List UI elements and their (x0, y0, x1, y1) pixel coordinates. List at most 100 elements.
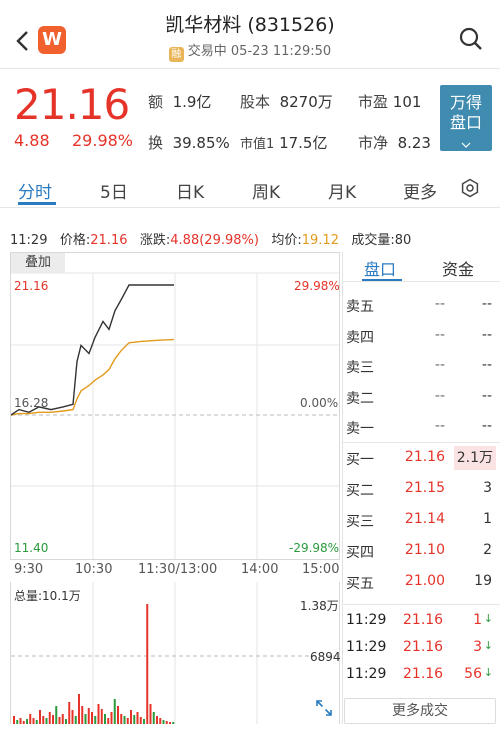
volume-bar (78, 694, 80, 724)
level-price: 21.15 (404, 480, 445, 496)
divider (0, 68, 500, 69)
volume-bar (94, 716, 97, 724)
volume-bar (19, 718, 22, 724)
intraday-chart-svg (11, 272, 339, 559)
tab-orderbook[interactable]: 盘口 (364, 256, 396, 280)
time-tick: 11:30/13:00 (138, 562, 218, 577)
level-price: -- (434, 357, 445, 373)
volume-bar (71, 710, 74, 724)
volume-bar (152, 712, 155, 724)
time-tick: 10:30 (75, 562, 113, 577)
level-label: 买一 (346, 452, 374, 468)
volume-bar (29, 714, 32, 724)
settings-icon[interactable] (460, 178, 480, 198)
trade-time: 11:29 (346, 666, 387, 682)
chevron-down-icon (461, 142, 471, 148)
stock-title: 凯华材料 (831526) (165, 14, 335, 36)
time-tick: 9:30 (14, 562, 44, 577)
volume-bar (146, 604, 149, 724)
volume-bar (55, 706, 58, 724)
volume-bar (84, 714, 87, 724)
trade-row: 11:29 21.16 56 ↓ (346, 664, 496, 694)
shares-stat: 股本 8270万 (240, 93, 333, 111)
tab-intraday[interactable]: 分时 (18, 178, 52, 203)
time-tick: 15:00 (302, 562, 340, 577)
level-label: 卖一 (346, 421, 374, 437)
trade-price: 21.16 (403, 612, 444, 628)
wande-orderbook-button[interactable]: 万得 盘口 (440, 85, 492, 151)
volume-bar (120, 714, 123, 724)
tab-more[interactable]: 更多 (403, 178, 437, 203)
volume-bar (87, 708, 90, 724)
wande-btn-line2: 盘口 (449, 113, 482, 132)
level-volume: 19 (474, 573, 492, 589)
level-label: 买五 (346, 576, 374, 592)
volume-bar (139, 717, 142, 724)
volume-bar (45, 718, 48, 724)
volume-bar (42, 716, 45, 724)
level-volume: 3 (483, 480, 492, 496)
price-change: 4.88 (14, 131, 50, 150)
amount-stat: 额 1.9亿 (148, 93, 212, 111)
volume-axis-mid: 6894 (310, 650, 341, 664)
volume-bar (169, 722, 171, 724)
volume-bar (162, 720, 165, 724)
volume-bar (100, 709, 103, 724)
level-label: 买四 (346, 545, 374, 561)
tab-weekly-k[interactable]: 周K (252, 178, 280, 203)
volume-bar (91, 712, 93, 724)
crosshair-info: 11:29 价格:21.16 涨跌:4.88(29.98%) 均价:19.12 … (10, 233, 412, 248)
level-price: 21.14 (404, 511, 445, 527)
trade-time: 11:29 (346, 639, 387, 655)
volume-bar (133, 715, 136, 724)
volume-bar (165, 721, 168, 724)
trade-row: 11:29 21.16 3 ↓ (346, 637, 496, 667)
trade-volume: 1 (473, 612, 482, 628)
mktcap-stat: 市值1 17.5亿 (240, 134, 328, 152)
down-arrow-icon: ↓ (483, 639, 493, 652)
volume-bar (126, 718, 129, 724)
ask-row: 卖五 -- -- (346, 290, 496, 320)
level-volume: 2.1万 (453, 446, 496, 470)
price-change-pct: 29.98% (72, 131, 134, 150)
level-label: 卖五 (346, 299, 374, 315)
volume-bar (143, 719, 145, 724)
last-price: 21.16 (14, 80, 130, 129)
ask-row: 卖四 -- -- (346, 321, 496, 351)
ask-row: 卖二 -- -- (346, 382, 496, 412)
margin-badge: 融 (168, 47, 184, 62)
intraday-chart[interactable] (10, 252, 340, 560)
level-price: 21.10 (404, 542, 445, 558)
divider (342, 281, 500, 282)
volume-bar (48, 712, 51, 724)
fullscreen-icon[interactable] (314, 698, 334, 718)
level-volume: -- (481, 387, 492, 404)
bid-row: 买三 21.14 1 (346, 505, 496, 535)
y-axis-max-pct: 29.98% (294, 279, 340, 293)
volume-bar (123, 716, 126, 724)
level-label: 买三 (346, 514, 374, 530)
volume-bar (16, 720, 19, 724)
down-arrow-icon: ↓ (483, 666, 493, 679)
volume-bar (32, 718, 35, 724)
trade-volume: 56 (464, 666, 482, 682)
volume-bar (159, 718, 162, 724)
level-volume: 2 (483, 542, 492, 558)
volume-bar (117, 706, 119, 724)
time-tick: 14:00 (241, 562, 279, 577)
wande-btn-line1: 万得 (449, 93, 482, 112)
tab-capital[interactable]: 资金 (442, 256, 474, 280)
tab-daily-k[interactable]: 日K (176, 178, 204, 203)
overlay-button[interactable]: 叠加 (11, 253, 65, 273)
divider (0, 207, 500, 208)
tab-monthly-k[interactable]: 月K (328, 178, 356, 203)
level-price: -- (434, 296, 445, 312)
tab-5day[interactable]: 5日 (100, 178, 128, 203)
trading-status-text: 交易中 05-23 11:29:50 (187, 44, 332, 59)
more-trades-button[interactable]: 更多成交 (344, 698, 496, 724)
active-tab-indicator (18, 202, 56, 205)
pb-stat: 市净 8.23 (358, 134, 431, 152)
volume-bar (65, 719, 67, 724)
search-icon[interactable] (458, 26, 484, 52)
volume-bar (136, 712, 139, 724)
